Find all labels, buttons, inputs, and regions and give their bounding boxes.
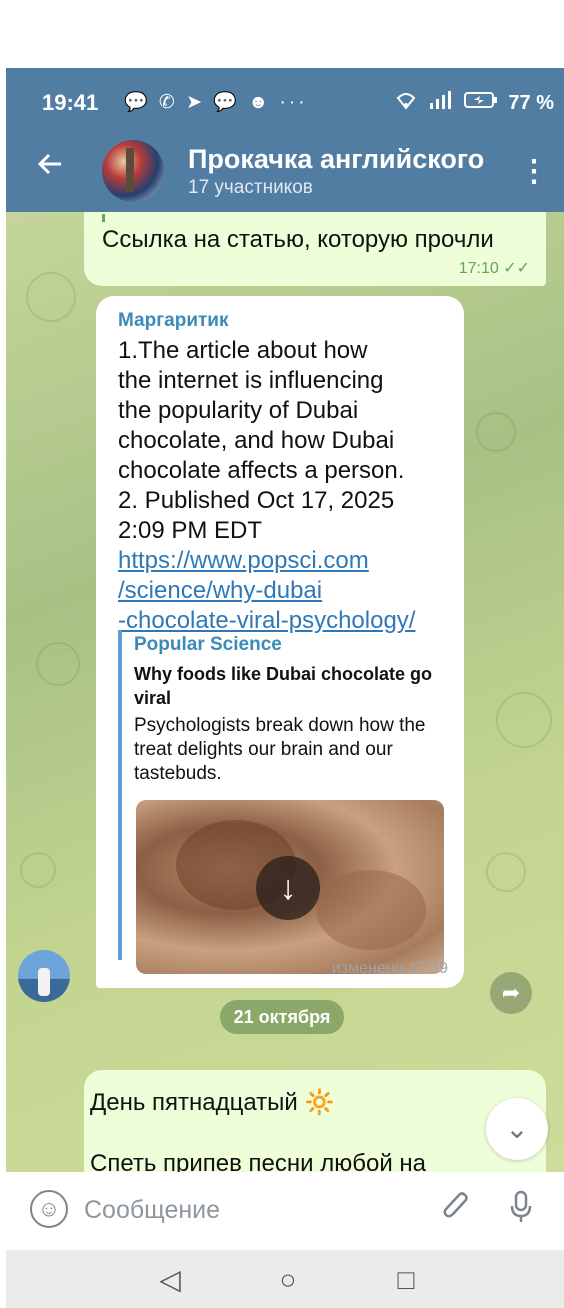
status-bar: 19:41 💬 ✆ ➤ 💬 ☻ ··· 77 %	[6, 68, 564, 134]
chevron-down-icon[interactable]: ⌄	[486, 1098, 548, 1160]
telegram-screen: 19:41 💬 ✆ ➤ 💬 ☻ ··· 77 % Прокачка англий…	[6, 68, 564, 1308]
nav-back-icon[interactable]: ◁	[150, 1260, 190, 1300]
back-button[interactable]	[30, 148, 70, 188]
background-doodle	[20, 852, 56, 888]
message-line: chocolate affects a person.	[118, 457, 405, 484]
nav-recents-icon[interactable]: □	[386, 1260, 426, 1300]
battery-icon	[464, 91, 498, 115]
system-nav-bar: ◁ ○ □	[6, 1250, 564, 1308]
outgoing-message[interactable]: Ссылка на статью, которую прочли 17:10 ✓…	[84, 212, 546, 286]
sender-avatar[interactable]	[18, 950, 70, 1002]
article-link[interactable]: https://www.popsci.com	[118, 546, 462, 576]
message-line: the popularity of Dubai	[118, 397, 359, 424]
message-input[interactable]	[84, 1192, 404, 1228]
message-line: 1.The article about how	[118, 337, 368, 364]
status-right: 77 %	[394, 90, 554, 116]
notification-icons: 💬 ✆ ➤ 💬 ☻ ···	[124, 92, 308, 113]
message-body: 1.The article about how the internet is …	[118, 336, 462, 636]
background-doodle	[26, 272, 76, 322]
wifi-icon	[394, 90, 418, 116]
background-doodle	[496, 692, 552, 748]
battery-level: 77 %	[508, 91, 554, 114]
download-icon[interactable]: ↓	[256, 856, 320, 920]
incoming-message[interactable]: Маргаритик 1.The article about how the i…	[96, 296, 464, 988]
chat-area[interactable]: Ссылка на статью, которую прочли 17:10 ✓…	[6, 212, 564, 1172]
outgoing-message[interactable]: День пятнадцатый 🔆 Спеть припев песни лю…	[84, 1070, 546, 1172]
message-composer: ☺	[6, 1172, 564, 1250]
status-time: 19:41	[42, 90, 99, 115]
paperclip-icon[interactable]	[438, 1190, 476, 1230]
background-doodle	[36, 642, 80, 686]
preview-title: Why foods like Dubai chocolate go viral	[134, 664, 433, 708]
more-vert-icon[interactable]: ⋮	[518, 152, 550, 192]
background-doodle	[486, 852, 526, 892]
sender-name[interactable]: Маргаритик	[118, 310, 229, 332]
message-line: chocolate, and how Dubai	[118, 427, 395, 454]
message-text: Ссылка на статью, которую прочли	[102, 226, 494, 253]
member-count: 17 участников	[188, 177, 313, 198]
emoji-icon[interactable]: ☺	[30, 1190, 68, 1228]
chat-avatar[interactable]	[102, 140, 164, 202]
article-link[interactable]: /science/why-dubai	[118, 576, 462, 606]
nav-home-icon[interactable]: ○	[268, 1260, 308, 1300]
reply-quote-bar	[102, 214, 105, 222]
date-separator: 21 октября	[220, 1000, 344, 1034]
preview-description: Psychologists break down how the treat d…	[134, 715, 426, 784]
share-icon[interactable]: ➦	[490, 972, 532, 1014]
preview-site-name: Popular Science	[134, 634, 282, 655]
arrow-left-icon	[37, 153, 61, 175]
microphone-icon[interactable]	[502, 1190, 540, 1230]
message-line: Спеть припев песни любой на	[90, 1150, 426, 1172]
background-doodle	[476, 412, 516, 452]
message-line: the internet is influencing	[118, 367, 384, 394]
message-time: 17:10 ✓✓	[458, 260, 530, 277]
chat-title[interactable]: Прокачка английского	[188, 144, 498, 175]
preview-image[interactable]: ↓	[136, 800, 444, 974]
message-line: День пятнадцатый 🔆	[90, 1089, 335, 1116]
message-time: изменено 17:39	[331, 960, 448, 977]
message-line: 2:09 PM EDT	[118, 517, 263, 544]
link-preview[interactable]: Popular Science Why foods like Dubai cho…	[118, 630, 446, 974]
message-line: 2. Published Oct 17, 2025	[118, 487, 395, 514]
signal-icon	[428, 91, 454, 115]
top-bar: 19:41 💬 ✆ ➤ 💬 ☻ ··· 77 % Прокачка англий…	[6, 68, 564, 212]
